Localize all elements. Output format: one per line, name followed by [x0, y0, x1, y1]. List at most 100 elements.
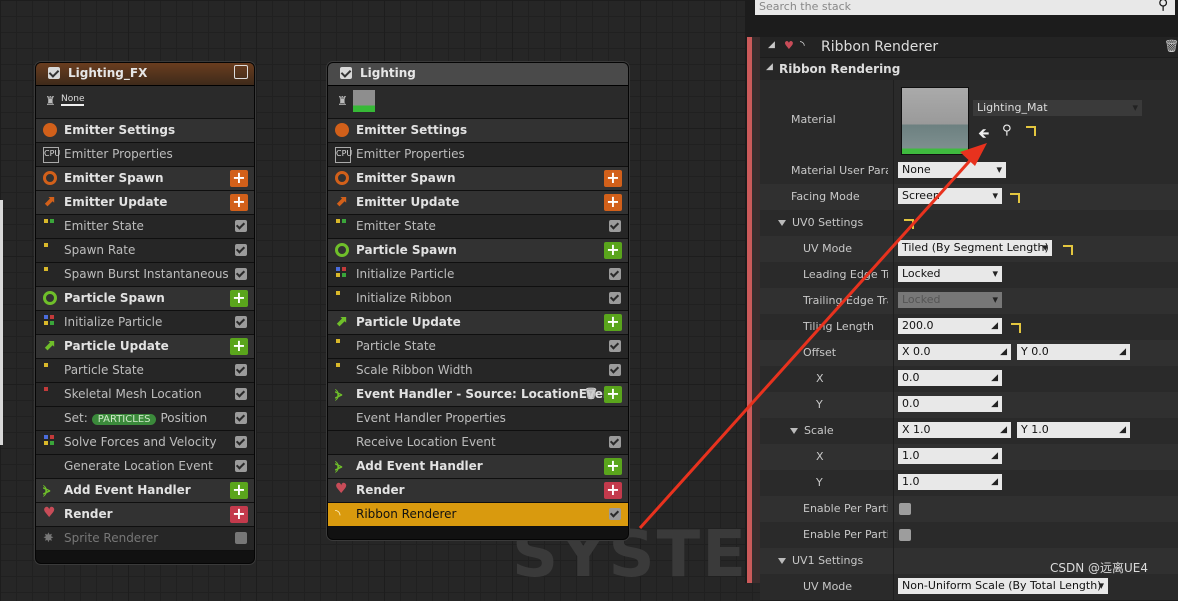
property-value-field[interactable]: 200.0 — [898, 318, 1002, 334]
stack-row[interactable]: Skeletal Mesh Location — [36, 383, 254, 407]
ribbon-rendering-section[interactable]: ◢ Ribbon Rendering — [760, 58, 1178, 80]
add-module-button[interactable]: + — [604, 194, 622, 211]
stack-row[interactable]: CPU Emitter Properties — [36, 143, 254, 167]
add-module-button[interactable]: + — [230, 482, 248, 499]
add-module-button[interactable]: + — [604, 482, 622, 499]
browse-search-icon[interactable]: ⚲ — [1002, 123, 1012, 138]
module-enable-checkbox[interactable] — [235, 244, 247, 256]
module-enable-checkbox[interactable] — [235, 436, 247, 448]
module-enable-checkbox[interactable] — [609, 220, 621, 232]
module-enable-checkbox[interactable] — [235, 268, 247, 280]
vector-x-field[interactable]: X 0.0 — [898, 344, 1011, 360]
module-enable-checkbox[interactable] — [609, 340, 621, 352]
stack-row[interactable]: ⦔ Event Handler - Source: LocationEvent + 🗑 — [328, 383, 628, 407]
property-value-field[interactable]: Non-Uniform Scale (By Total Length) — [898, 578, 1108, 594]
stack-row[interactable]: Generate Location Event — [36, 455, 254, 479]
add-module-button[interactable]: + — [604, 242, 622, 259]
collapse-arrow-icon[interactable]: ◢ — [768, 40, 775, 50]
reset-arrow-icon[interactable] — [1063, 245, 1073, 255]
property-value-field[interactable]: Screen — [898, 188, 1002, 204]
stack-row[interactable]: ⬈ Particle Update + — [328, 311, 628, 335]
stack-row[interactable]: ◝ Ribbon Renderer — [328, 503, 628, 527]
add-module-button[interactable]: + — [230, 338, 248, 355]
use-selected-arrow-icon[interactable]: 🡸 — [978, 123, 989, 147]
stack-row[interactable]: Scale Ribbon Width — [328, 359, 628, 383]
stack-row[interactable]: Initialize Ribbon — [328, 287, 628, 311]
module-enable-checkbox[interactable] — [235, 532, 247, 544]
emitter-header[interactable]: Lighting_FX — [36, 63, 254, 86]
module-enable-checkbox[interactable] — [609, 364, 621, 376]
stack-row[interactable]: ⬈ Particle Update + — [36, 335, 254, 359]
stack-row[interactable]: ♥ Render + — [328, 479, 628, 503]
property-value-field[interactable]: 1.0 — [898, 448, 1002, 464]
delete-icon[interactable]: 🗑 — [584, 387, 598, 400]
emitter-node-lighting[interactable]: Lighting ♜ Emitter Settings CPU Emitter Pr… — [327, 62, 629, 540]
property-value-field[interactable]: 0.0 — [898, 370, 1002, 386]
property-value-field[interactable]: None — [898, 162, 1006, 178]
stack-row[interactable]: Emitter Settings — [36, 119, 254, 143]
module-enable-checkbox[interactable] — [235, 412, 247, 424]
stack-row[interactable]: Particle State — [328, 335, 628, 359]
stack-row[interactable]: Emitter Spawn + — [36, 167, 254, 191]
material-thumbnail[interactable] — [901, 87, 969, 155]
stack-row[interactable]: CPU Emitter Properties — [328, 143, 628, 167]
module-enable-checkbox[interactable] — [235, 220, 247, 232]
stack-row[interactable]: Emitter Settings — [328, 119, 628, 143]
vector-y-field[interactable]: Y 0.0 — [1017, 344, 1130, 360]
stack-row[interactable]: ✸ Sprite Renderer — [36, 527, 254, 551]
module-enable-checkbox[interactable] — [609, 508, 621, 520]
stack-row[interactable]: Initialize Particle — [328, 263, 628, 287]
stack-row[interactable]: Solve Forces and Velocity — [36, 431, 254, 455]
stack-row[interactable]: Set: PARTICLES Position — [36, 407, 254, 431]
vector-x-field[interactable]: X 1.0 — [898, 422, 1011, 438]
stack-row[interactable]: Emitter State — [328, 215, 628, 239]
stack-row[interactable]: Particle State — [36, 359, 254, 383]
reset-arrow-icon[interactable] — [1026, 126, 1036, 136]
stack-row[interactable]: Particle Spawn + — [36, 287, 254, 311]
module-enable-checkbox[interactable] — [235, 460, 247, 472]
add-module-button[interactable]: + — [604, 170, 622, 187]
add-module-button[interactable]: + — [230, 194, 248, 211]
emitter-enable-checkbox[interactable] — [48, 67, 60, 79]
property-checkbox[interactable] — [899, 503, 911, 515]
stack-row[interactable]: Event Handler Properties — [328, 407, 628, 431]
stack-row[interactable]: Emitter State — [36, 215, 254, 239]
reset-arrow-icon[interactable] — [1011, 323, 1021, 333]
property-checkbox[interactable] — [899, 529, 911, 541]
property-value-field[interactable]: 0.0 — [898, 396, 1002, 412]
emitter-header[interactable]: Lighting — [328, 63, 628, 86]
expand-arrow-icon[interactable] — [778, 558, 786, 564]
vector-y-field[interactable]: Y 1.0 — [1017, 422, 1130, 438]
module-enable-checkbox[interactable] — [609, 436, 621, 448]
material-asset-dropdown[interactable]: Lighting_Mat — [973, 100, 1142, 116]
expand-arrow-icon[interactable] — [790, 428, 798, 434]
expand-arrow-icon[interactable] — [778, 220, 786, 226]
emitter-enable-checkbox[interactable] — [340, 67, 352, 79]
module-enable-checkbox[interactable] — [235, 364, 247, 376]
collapse-arrow-icon[interactable]: ◢ — [766, 62, 773, 72]
add-module-button[interactable]: + — [604, 386, 622, 403]
stack-row[interactable]: Spawn Burst Instantaneous — [36, 263, 254, 287]
stack-row[interactable]: Spawn Rate — [36, 239, 254, 263]
open-external-icon[interactable] — [234, 65, 248, 79]
stack-row[interactable]: Particle Spawn + — [328, 239, 628, 263]
stack-row[interactable]: Initialize Particle — [36, 311, 254, 335]
property-value-field[interactable]: 1.0 — [898, 474, 1002, 490]
module-enable-checkbox[interactable] — [235, 316, 247, 328]
stack-row[interactable]: ⬈ Emitter Update + — [328, 191, 628, 215]
stack-row[interactable]: ⦔ Add Event Handler + — [328, 455, 628, 479]
search-icon[interactable]: ⚲ — [1158, 0, 1168, 13]
emitter-node-lighting-fx[interactable]: Lighting_FX ♜ None Emitter Settings CPU Em… — [35, 62, 255, 564]
stack-row[interactable]: ♥ Render + — [36, 503, 254, 527]
stack-row[interactable]: Emitter Spawn + — [328, 167, 628, 191]
module-enable-checkbox[interactable] — [235, 388, 247, 400]
emitter-thumbnail[interactable] — [353, 90, 375, 112]
module-enable-checkbox[interactable] — [609, 292, 621, 304]
module-enable-checkbox[interactable] — [609, 268, 621, 280]
stack-row[interactable]: Receive Location Event — [328, 431, 628, 455]
add-module-button[interactable]: + — [604, 458, 622, 475]
add-module-button[interactable]: + — [230, 506, 248, 523]
reset-arrow-icon[interactable] — [1010, 193, 1020, 203]
stack-search-input[interactable]: Search the stack — [755, 0, 1175, 15]
stack-row[interactable]: ⬈ Emitter Update + — [36, 191, 254, 215]
